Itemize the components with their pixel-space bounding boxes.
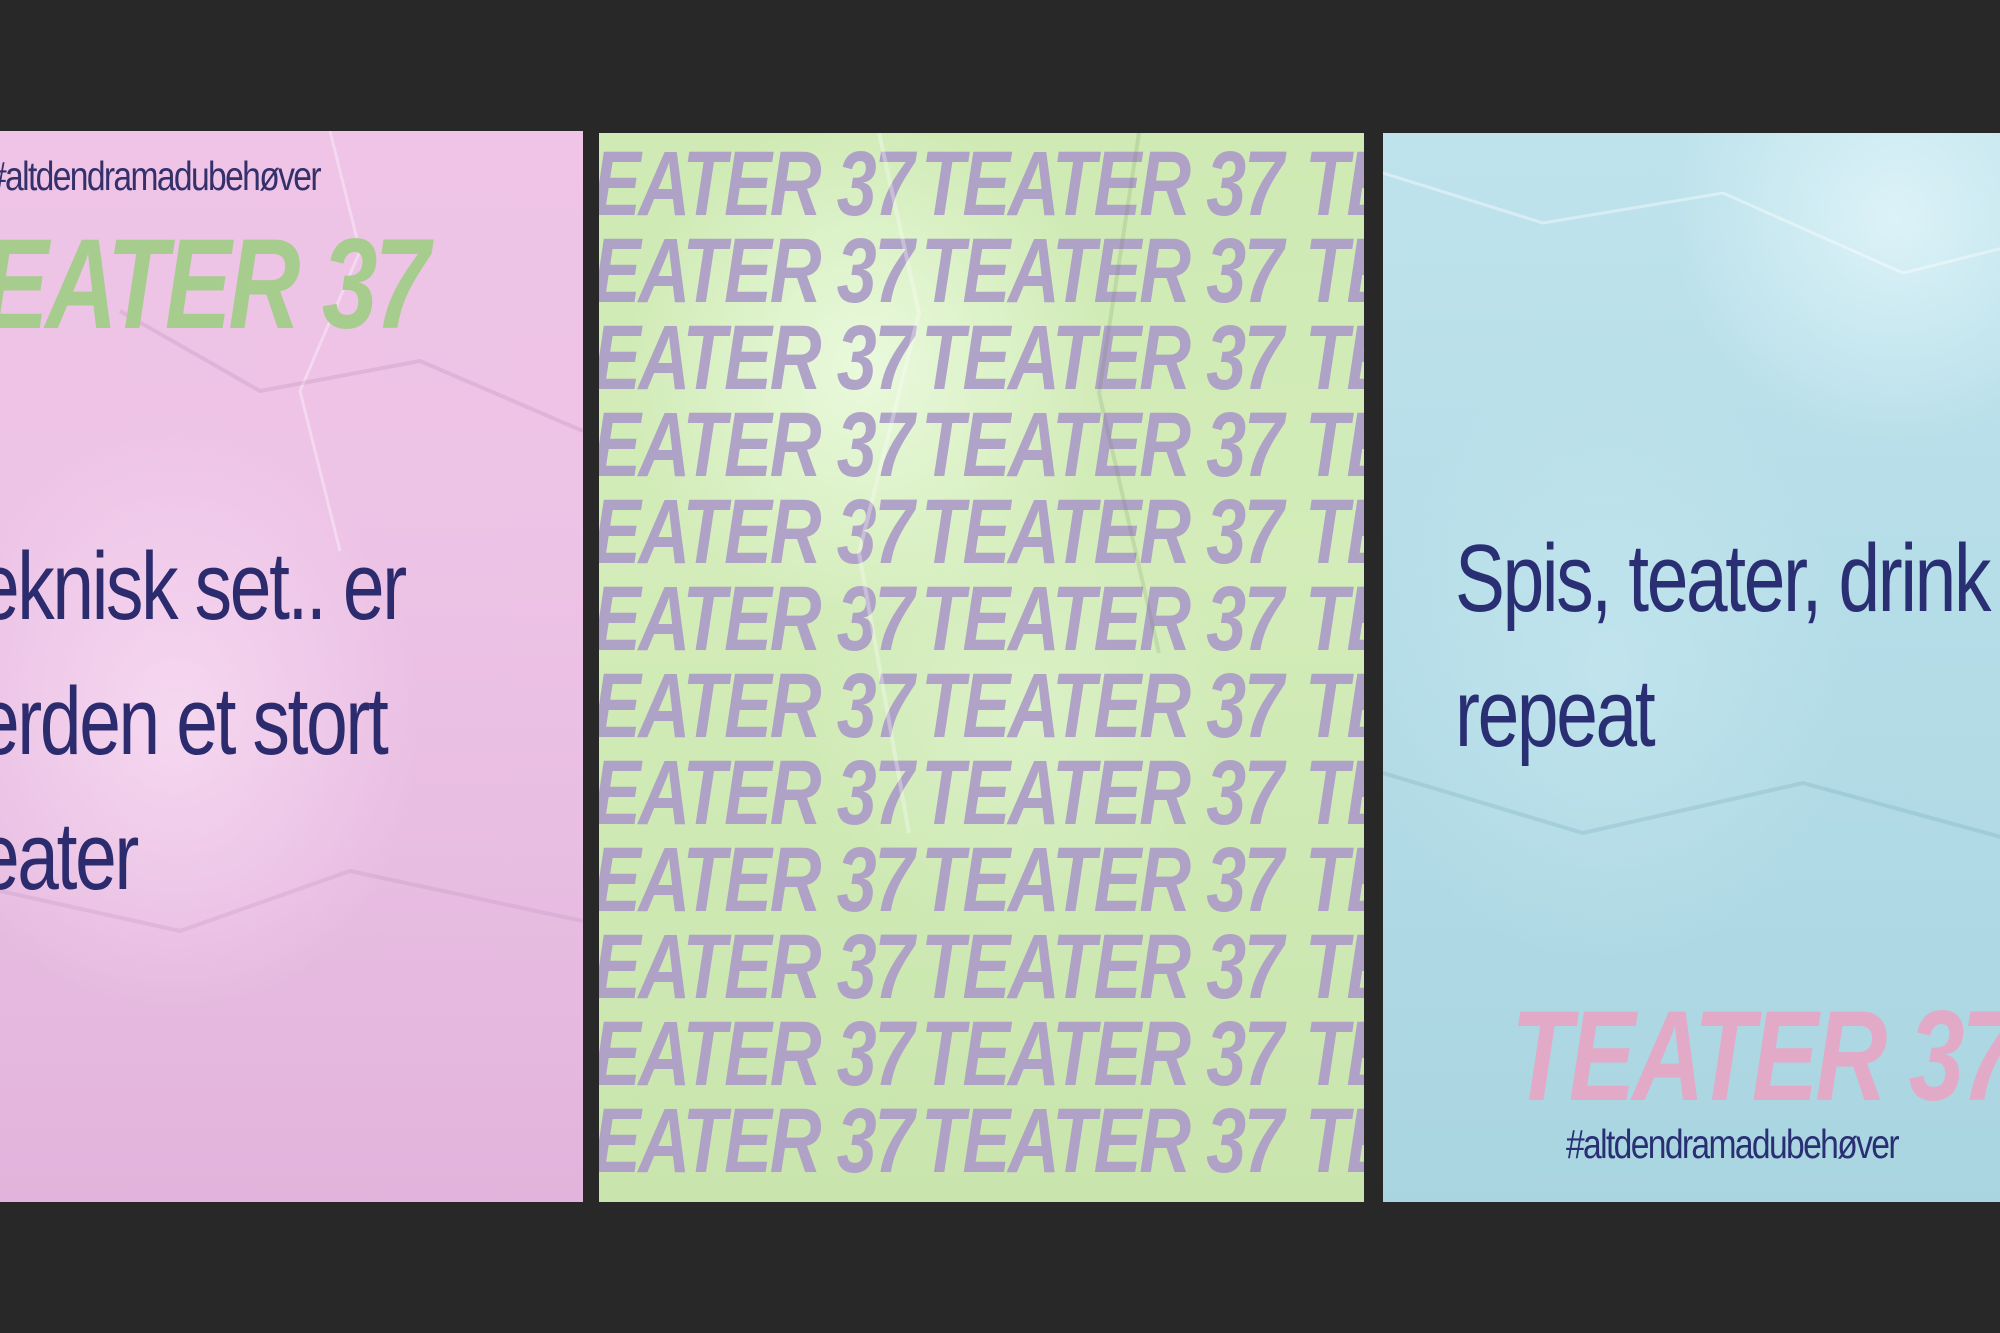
- pink-body-line: erden et stort: [0, 668, 389, 775]
- pattern-word: TE: [1305, 1003, 1364, 1105]
- pattern-word: TEATER 37: [921, 394, 1284, 496]
- pattern-word: EATER 37: [599, 742, 914, 844]
- pattern-word: TE: [1305, 568, 1364, 670]
- blue-body-line: repeat: [1455, 660, 1656, 767]
- pattern-word: TEATER 37: [921, 481, 1284, 583]
- pattern-word: EATER 37: [599, 568, 914, 670]
- pattern-word: EATER 37: [599, 916, 914, 1018]
- pattern-word: TE: [1305, 742, 1364, 844]
- pattern-word: EATER 37: [599, 1003, 914, 1105]
- poster-mockup-stage: #altdendramadubehøver EATER 37 eknisk se…: [0, 0, 2000, 1333]
- pattern-word: TEATER 37: [921, 1003, 1284, 1105]
- pattern-word: EATER 37: [599, 829, 914, 931]
- pattern-word: EATER 37: [599, 307, 914, 409]
- pink-logo: EATER 37: [0, 213, 430, 356]
- pattern-word: TEATER 37: [921, 655, 1284, 757]
- pattern-word: TE: [1305, 1090, 1364, 1192]
- blue-poster: Spis, teater, drink repeat TEATER 37 #al…: [1383, 133, 2000, 1202]
- blue-hashtag: #altdendramadubehøver: [1566, 1121, 1900, 1167]
- pink-body-text: eknisk set.. er erden et stort eater: [0, 519, 407, 924]
- green-pattern: EATER 37 EATER 37 EATER 37 EATER 37 EATER 37…: [599, 133, 1364, 1202]
- pattern-word: EATER 37: [599, 655, 914, 757]
- pattern-word: TEATER 37: [921, 568, 1284, 670]
- pattern-word: TE: [1305, 481, 1364, 583]
- pattern-word: TEATER 37: [921, 829, 1284, 931]
- pattern-word: EATER 37: [599, 220, 914, 322]
- pattern-word: TE: [1305, 133, 1364, 235]
- pattern-word: TE: [1305, 829, 1364, 931]
- blue-body-line: Spis, teater, drink: [1455, 525, 1991, 632]
- pattern-word: TE: [1305, 655, 1364, 757]
- pattern-word: TEATER 37: [921, 742, 1284, 844]
- blue-logo: TEATER 37: [1511, 985, 2000, 1128]
- pattern-word: EATER 37: [599, 133, 914, 235]
- pattern-word: TEATER 37: [921, 1090, 1284, 1192]
- pattern-word: TE: [1305, 307, 1364, 409]
- pattern-word: EATER 37: [599, 394, 914, 496]
- pink-poster: #altdendramadubehøver EATER 37 eknisk se…: [0, 131, 583, 1202]
- pattern-word: EATER 37: [599, 1090, 914, 1192]
- pattern-word: TE: [1305, 916, 1364, 1018]
- pattern-word: TEATER 37: [921, 307, 1284, 409]
- pattern-word: TE: [1305, 394, 1364, 496]
- pattern-word: TE: [1305, 220, 1364, 322]
- pattern-word: TEATER 37: [921, 220, 1284, 322]
- pattern-word: TEATER 37: [921, 133, 1284, 235]
- pattern-column: TEATER 37 TEATER 37 TEATER 37 TEATER 37 TEAT…: [921, 133, 1364, 1192]
- pattern-column: TETETETETETETETETETETETE: [1305, 133, 1364, 1192]
- blue-body-text: Spis, teater, drink repeat: [1455, 511, 1991, 781]
- pink-body-line: eater: [0, 803, 139, 910]
- pattern-word: EATER 37: [599, 481, 914, 583]
- pink-body-line: eknisk set.. er: [0, 533, 407, 640]
- pink-hashtag: #altdendramadubehøver: [0, 153, 322, 199]
- pattern-word: TEATER 37: [921, 916, 1284, 1018]
- green-poster: EATER 37 EATER 37 EATER 37 EATER 37 EATER 37…: [599, 133, 1364, 1202]
